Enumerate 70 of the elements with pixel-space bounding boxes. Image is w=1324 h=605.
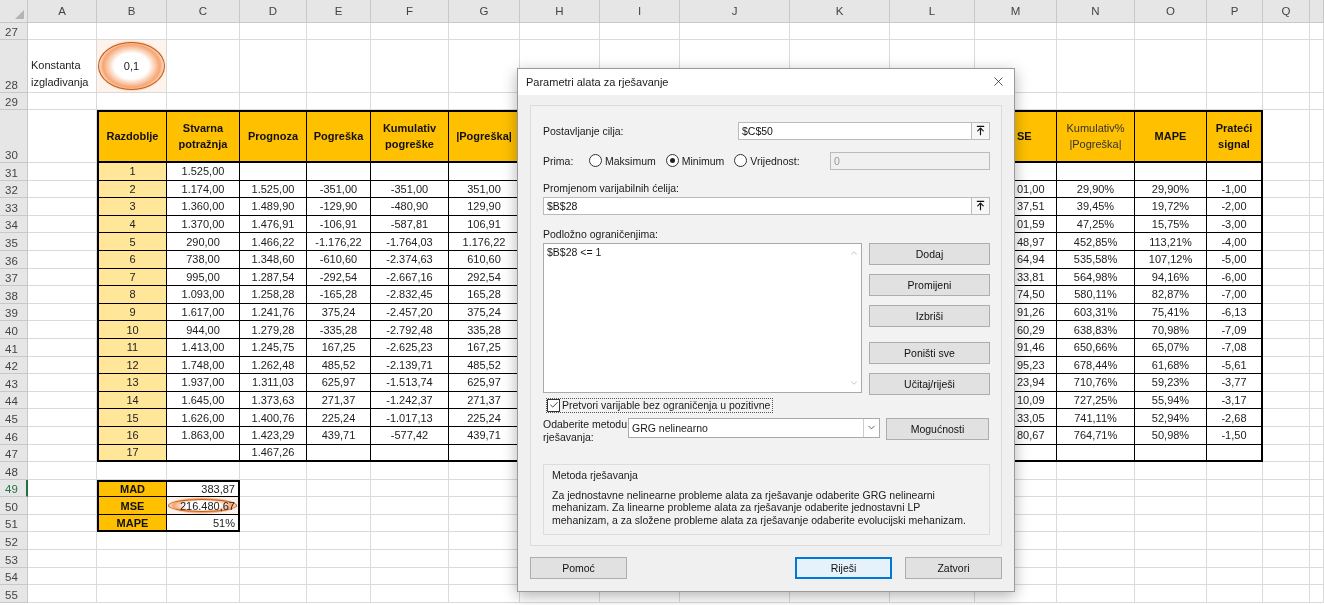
method-description: Za jednostavne nelinearne probleme alata za rješavanje odaberite GRG nelinearni mehanizam. Za linearne probleme alata za rješavanje odaberite jednostavni LP mehanizam, a za složene probleme alata za rješavanje odaberite evolucijski mehanizam. [552, 488, 967, 526]
column-heading: Prateći signal [1207, 110, 1263, 163]
table-cell: 82,87% [1135, 286, 1207, 304]
table-cell: 52,94% [1135, 409, 1207, 427]
table-cell: 1.360,00 [167, 198, 240, 216]
table-cell: -1.513,74 [371, 374, 449, 392]
column-heading: Kumulativ pogreške [371, 110, 449, 163]
table-cell: 10 [97, 321, 167, 339]
table-cell: -7,00 [1207, 286, 1263, 304]
cell-label: Konstanta izglađivanja [28, 40, 97, 93]
table-cell: 290,00 [167, 233, 240, 251]
table-cell: 1.400,76 [240, 409, 307, 427]
table-cell: -2,00 [1207, 198, 1263, 216]
field-label: Postavljanje cilja: [543, 124, 625, 137]
table-cell: 1.311,03 [240, 374, 307, 392]
table-cell: 1.937,00 [167, 374, 240, 392]
column-heading: Razdoblje [97, 110, 167, 163]
table-cell: -2.792,48 [371, 321, 449, 339]
table-cell: 1.466,22 [240, 233, 307, 251]
table-cell: 741,11% [1057, 409, 1135, 427]
table-cell: 39,45% [1057, 198, 1135, 216]
table-cell: -129,90 [307, 198, 371, 216]
table-cell: 1.626,00 [167, 409, 240, 427]
column-heading: |Pogreška| [449, 110, 520, 163]
table-cell: 70,98% [1135, 321, 1207, 339]
table-cell: -1.176,22 [307, 233, 371, 251]
table-cell: -2.832,45 [371, 286, 449, 304]
table-cell: -165,28 [307, 286, 371, 304]
table-cell: -1.764,03 [371, 233, 449, 251]
field-label: Podložno ograničenjima: [543, 227, 658, 240]
column-heading: Kumulativ% |Pogreška| [1057, 110, 1135, 163]
table-cell: 15 [97, 409, 167, 427]
table-cell: 1.279,28 [240, 321, 307, 339]
table-cell: 944,00 [167, 321, 240, 339]
table-cell: 1.489,90 [240, 198, 307, 216]
table-cell: -4,00 [1207, 233, 1263, 251]
table-cell: -3,77 [1207, 374, 1263, 392]
table-cell: MSE [97, 497, 167, 515]
table-cell: 13 [97, 374, 167, 392]
table-cell: 625,97 [307, 374, 371, 392]
column-heading: Pogreška [307, 110, 371, 163]
table-cell: 710,76% [1057, 374, 1135, 392]
field-label: Prima: [543, 154, 575, 167]
field-label: Odaberite metodu rješavanja: [543, 417, 628, 444]
column-heading: MAPE [1135, 110, 1207, 163]
group-title: Metoda rješavanja [552, 468, 639, 481]
table-cell: 580,11% [1057, 286, 1135, 304]
table-cell: 19,72% [1135, 198, 1207, 216]
table-cell: 638,83% [1057, 321, 1135, 339]
table-cell: 452,85% [1057, 233, 1135, 251]
column-heading: Stvarna potražnja [167, 110, 240, 163]
table-cell: 5 [97, 233, 167, 251]
table-cell: 59,23% [1135, 374, 1207, 392]
table-cell: -335,28 [307, 321, 371, 339]
table-cell: 113,21% [1135, 233, 1207, 251]
table-cell: 1.258,28 [240, 286, 307, 304]
dialog-title: Parametri alata za rješavanje [526, 75, 669, 88]
table-cell: 1 [97, 163, 167, 181]
table-cell: 1.093,00 [167, 286, 240, 304]
table-cell: 0,1 [97, 40, 167, 93]
table-cell: -2,68 [1207, 409, 1263, 427]
table-cell: -7,09 [1207, 321, 1263, 339]
table-cell: -1.017,13 [371, 409, 449, 427]
field-label: Promjenom varijabilnih ćelija: [543, 181, 679, 194]
table-cell: -480,90 [371, 198, 449, 216]
table-cell: 1.525,00 [167, 163, 240, 181]
table-cell: 8 [97, 286, 167, 304]
column-heading: Prognoza [240, 110, 307, 163]
table-cell: 3 [97, 198, 167, 216]
table-cell: 225,24 [307, 409, 371, 427]
